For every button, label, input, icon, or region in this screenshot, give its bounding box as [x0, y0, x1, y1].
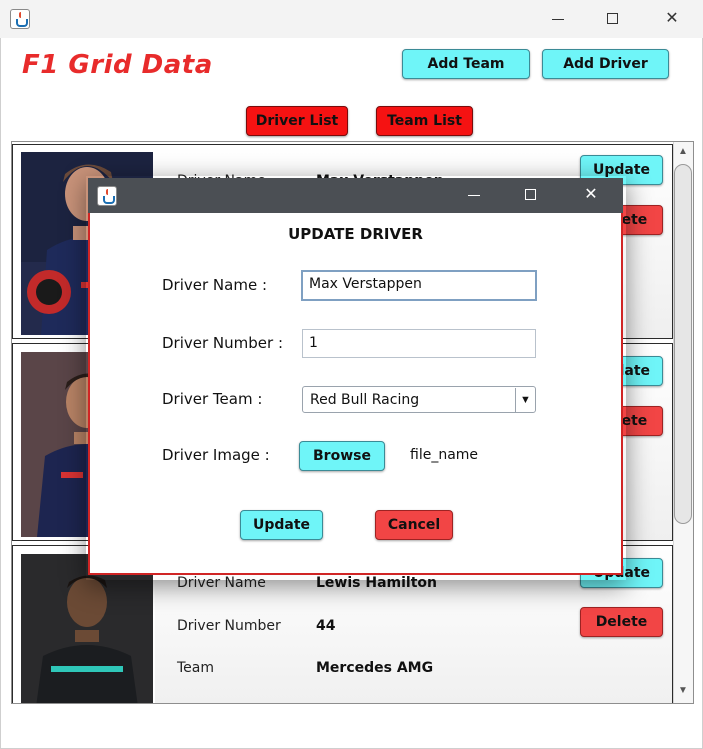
- java-cup-icon: [97, 186, 117, 206]
- add-team-button[interactable]: Add Team: [402, 49, 530, 79]
- add-driver-button[interactable]: Add Driver: [542, 49, 669, 79]
- minimize-icon[interactable]: [451, 176, 497, 214]
- java-cup-icon: [10, 9, 30, 29]
- team-label: Team: [177, 660, 215, 676]
- delete-button[interactable]: Delete: [580, 607, 663, 637]
- update-button[interactable]: Update: [240, 510, 323, 540]
- driver-team-selected-value: Red Bull Racing: [310, 392, 420, 408]
- scroll-thumb[interactable]: [674, 164, 692, 524]
- maximize-icon[interactable]: [590, 0, 636, 38]
- scroll-up-arrow-icon[interactable]: ▲: [673, 142, 693, 162]
- browse-button[interactable]: Browse: [299, 441, 385, 471]
- driver-number-input[interactable]: 1: [302, 329, 536, 358]
- driver-image-label: Driver Image :: [162, 446, 270, 464]
- team-list-button[interactable]: Team List: [376, 106, 473, 136]
- dialog-titlebar[interactable]: ✕: [88, 178, 623, 213]
- main-titlebar[interactable]: ✕: [0, 0, 703, 38]
- minimize-icon[interactable]: [535, 0, 581, 38]
- app-title: F1 Grid Data: [22, 50, 213, 80]
- driver-number-value: 44: [316, 618, 336, 634]
- driver-name-label: Driver Name :: [162, 276, 267, 294]
- close-icon[interactable]: ✕: [568, 176, 614, 214]
- scroll-down-arrow-icon[interactable]: ▼: [673, 681, 693, 701]
- driver-team-label: Driver Team :: [162, 390, 263, 408]
- dialog-title: UPDATE DRIVER: [288, 225, 423, 243]
- file-name-text: file_name: [410, 447, 479, 463]
- team-value: Mercedes AMG: [316, 660, 434, 676]
- chevron-down-icon[interactable]: ▼: [515, 388, 535, 412]
- maximize-icon[interactable]: [508, 176, 554, 214]
- cancel-button[interactable]: Cancel: [375, 510, 453, 540]
- driver-name-input[interactable]: Max Verstappen: [301, 270, 537, 301]
- driver-number-label: Driver Number: [177, 618, 281, 634]
- driver-list-button[interactable]: Driver List: [246, 106, 348, 136]
- driver-team-select[interactable]: Red Bull Racing ▼: [302, 386, 536, 413]
- driver-number-label: Driver Number :: [162, 334, 284, 352]
- close-icon[interactable]: ✕: [649, 0, 695, 38]
